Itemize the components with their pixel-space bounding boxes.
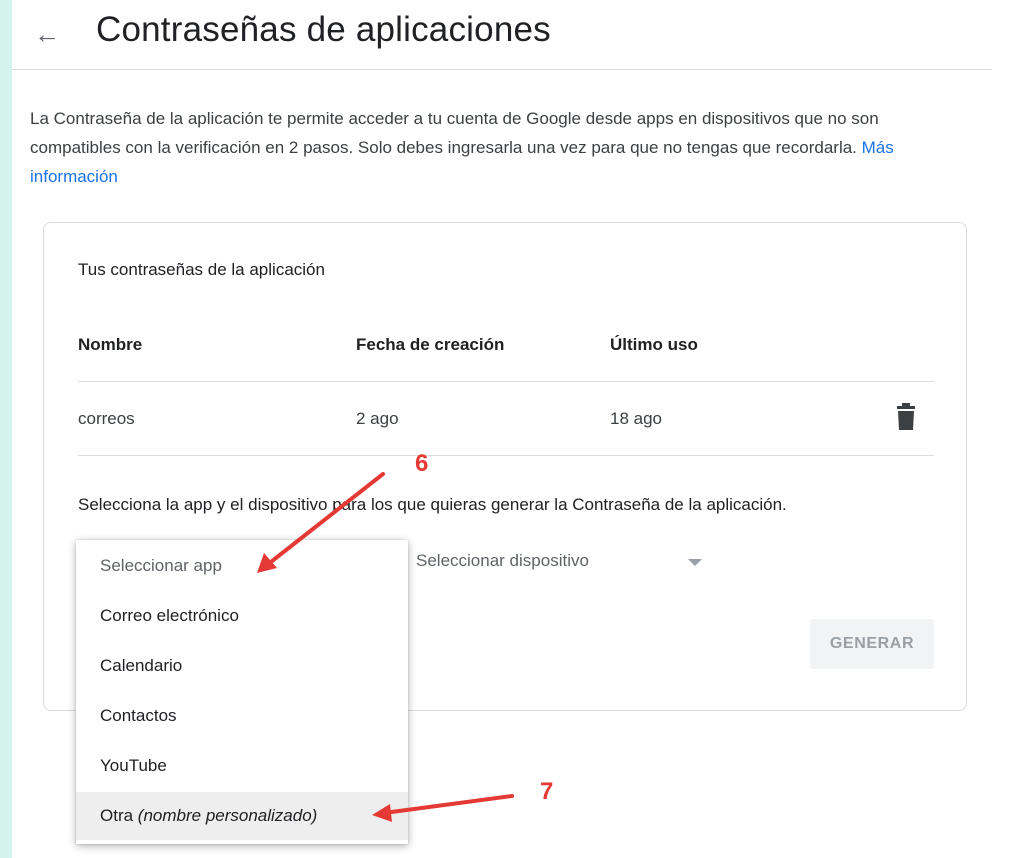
column-header-created: Fecha de creación <box>356 335 505 354</box>
trash-icon[interactable] <box>892 402 920 432</box>
option-other-label: Otra <box>100 806 134 825</box>
table-header: Nombre Fecha de creación Último uso <box>78 335 934 355</box>
table-row: correos 2 ago 18 ago <box>78 403 934 430</box>
dropdown-option-other[interactable]: Otra (nombre personalizado) <box>76 792 408 840</box>
page-title: Contraseñas de aplicaciones <box>96 10 551 49</box>
app-passwords-page: ← Contraseñas de aplicaciones La Contras… <box>12 0 1014 858</box>
table-divider <box>78 455 934 456</box>
column-header-last-used: Último uso <box>610 335 698 354</box>
dropdown-option-calendar[interactable]: Calendario <box>76 642 408 690</box>
dropdown-option-email[interactable]: Correo electrónico <box>76 592 408 640</box>
intro-text: La Contraseña de la aplicación te permit… <box>30 109 879 157</box>
row-name: correos <box>78 409 135 428</box>
dropdown-option-youtube[interactable]: YouTube <box>76 742 408 790</box>
generate-button[interactable]: GENERAR <box>810 619 934 669</box>
step-7-label: 7 <box>540 778 554 805</box>
table-divider <box>78 381 934 382</box>
device-select[interactable]: Seleccionar dispositivo <box>416 551 716 583</box>
dropdown-caret-icon <box>688 559 702 566</box>
app-select-dropdown[interactable]: Seleccionar app Correo electrónico Calen… <box>76 540 408 844</box>
page-header: ← Contraseñas de aplicaciones <box>12 0 992 70</box>
row-last-used: 18 ago <box>610 409 662 428</box>
dropdown-option-contacts[interactable]: Contactos <box>76 692 408 740</box>
option-other-hint: (nombre personalizado) <box>137 806 318 825</box>
card-title: Tus contraseñas de la aplicación <box>78 260 325 279</box>
arrow-left-icon[interactable]: ← <box>34 14 74 54</box>
dropdown-placeholder[interactable]: Seleccionar app <box>76 542 408 590</box>
row-created: 2 ago <box>356 409 399 428</box>
device-select-label: Seleccionar dispositivo <box>416 551 589 570</box>
select-instructions: Selecciona la app y el dispositivo para … <box>78 495 787 514</box>
column-header-name: Nombre <box>78 335 143 354</box>
intro-paragraph: La Contraseña de la aplicación te permit… <box>30 104 950 191</box>
step-6-label: 6 <box>415 450 429 477</box>
